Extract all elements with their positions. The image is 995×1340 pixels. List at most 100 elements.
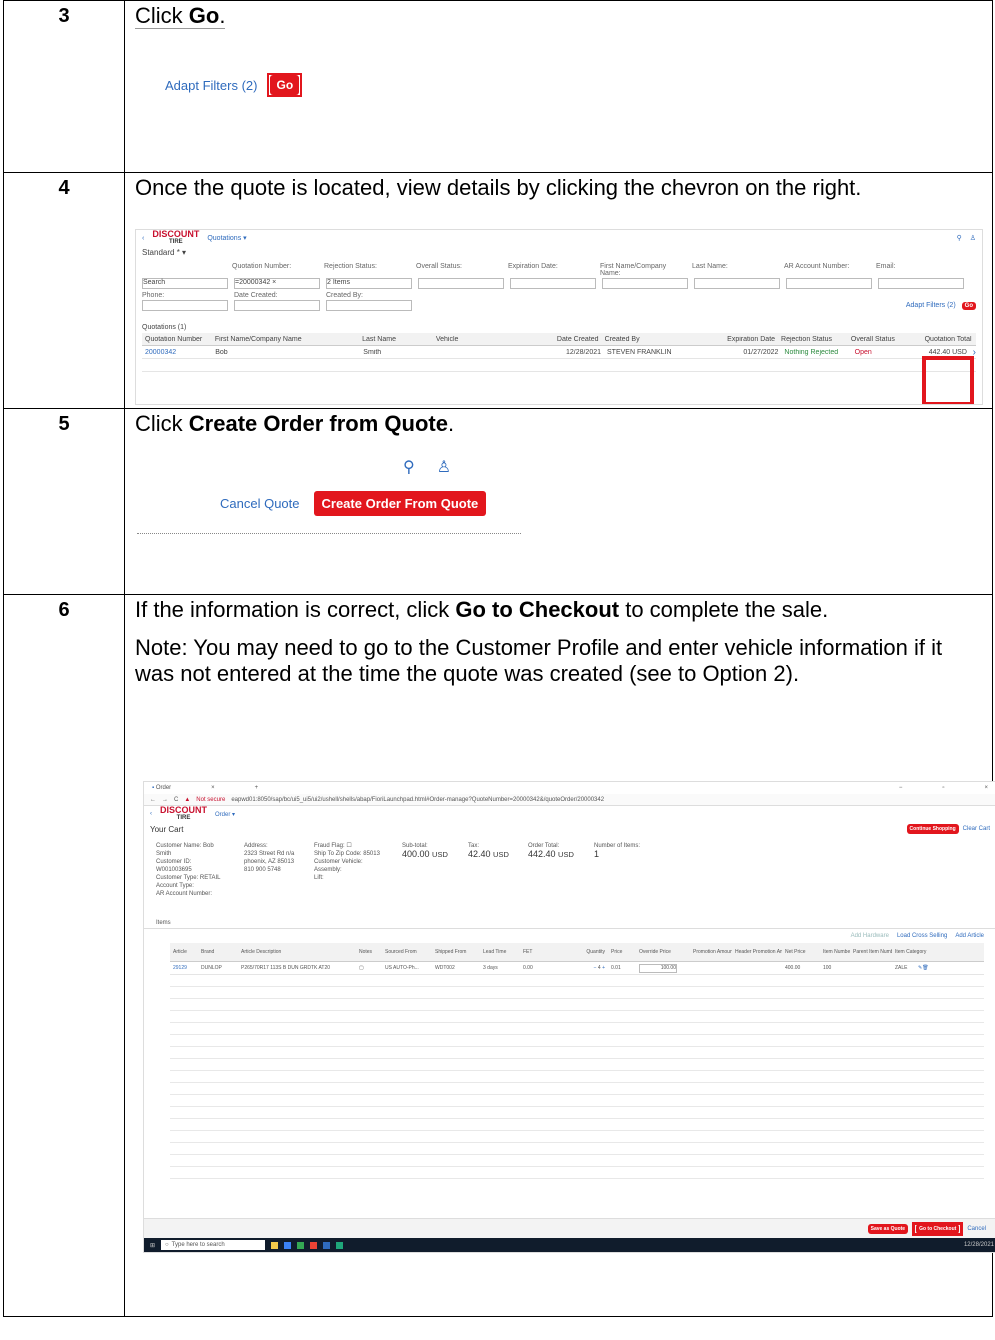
quote-number-link[interactable]: 20000342 bbox=[142, 349, 212, 356]
variant-selector[interactable]: Standard * ▾ bbox=[136, 246, 982, 259]
ar-account-field[interactable] bbox=[786, 278, 872, 289]
clear-cart-button[interactable]: Clear Cart bbox=[963, 826, 990, 832]
table-cell: 01/27/2022 bbox=[743, 348, 779, 356]
filter-label: First Name/Company Name: bbox=[600, 263, 667, 277]
filter-label: AR Account Number: bbox=[784, 263, 850, 270]
save-as-quote-button[interactable]: Save as Quote bbox=[867, 1223, 909, 1234]
load-cross-selling-button[interactable]: Load Cross Selling bbox=[897, 933, 947, 939]
user-icon[interactable]: ♙ bbox=[437, 457, 451, 477]
expiration-date-field[interactable] bbox=[510, 278, 596, 289]
not-secure-label: Not secure bbox=[196, 796, 226, 803]
table-cell: 0.00 bbox=[523, 965, 533, 971]
app-icon[interactable] bbox=[336, 1241, 344, 1249]
column-header: Notes bbox=[359, 949, 373, 955]
last-name-field[interactable] bbox=[694, 278, 780, 289]
taskbar-search[interactable]: ○ Type here to search bbox=[161, 1240, 266, 1250]
address-label: Address: bbox=[244, 843, 268, 849]
continue-shopping-button[interactable]: Continue Shopping bbox=[906, 824, 959, 834]
user-icon[interactable]: ♙ bbox=[970, 234, 976, 242]
adapt-filters-link[interactable]: Adapt Filters (2) bbox=[906, 302, 956, 309]
plus-icon[interactable]: + bbox=[602, 965, 605, 971]
create-order-from-quote-button[interactable]: Create Order From Quote bbox=[313, 491, 487, 516]
subtotal-value: 400.00 bbox=[402, 849, 430, 859]
quotation-number-field[interactable]: =20000342 × bbox=[234, 278, 320, 289]
filter-label: Date Created: bbox=[234, 292, 278, 299]
add-hardware-button[interactable]: Add Hardware bbox=[851, 933, 889, 939]
app-menu[interactable]: Quotations ▾ bbox=[207, 234, 246, 242]
created-by-field[interactable] bbox=[326, 300, 412, 311]
chrome-icon[interactable] bbox=[297, 1241, 305, 1249]
column-header: Sourced From bbox=[385, 949, 417, 955]
filter-bar-2: Phone: Date Created: Created By: bbox=[136, 290, 982, 299]
notes-icon[interactable]: ▢ bbox=[356, 965, 382, 971]
customer-type: Customer Type: RETAIL bbox=[156, 875, 221, 881]
forward-icon[interactable]: → bbox=[162, 797, 168, 803]
first-name-field[interactable] bbox=[602, 278, 688, 289]
currency: USD bbox=[432, 850, 448, 859]
tax-value: 42.40 bbox=[468, 849, 491, 859]
app-menu[interactable]: Order ▾ bbox=[215, 811, 235, 818]
search-input[interactable]: Search bbox=[142, 278, 228, 289]
fraud-flag-checkbox[interactable]: ☐ bbox=[346, 843, 351, 849]
items-table-row[interactable]: 29129 DUNLOP P265/70R17 113S B DUN GRDTK… bbox=[170, 962, 984, 975]
app-icon[interactable] bbox=[323, 1241, 331, 1249]
url-text[interactable]: eapwd01:8050/sap/bc/ui5_ui5/ui2/ushell/s… bbox=[231, 797, 604, 803]
app-icon[interactable] bbox=[310, 1241, 318, 1249]
quantity-stepper[interactable]: − 4 + bbox=[544, 965, 608, 971]
rejection-status-select[interactable]: 2 Items bbox=[326, 278, 412, 289]
add-article-button[interactable]: Add Article bbox=[955, 933, 984, 939]
items-table-empty-rows bbox=[170, 975, 984, 1185]
table-header: Quotation Number First Name/Company Name… bbox=[142, 333, 976, 346]
back-icon[interactable]: ‹ bbox=[150, 811, 152, 817]
cancel-button[interactable]: Cancel bbox=[967, 1226, 986, 1232]
minus-icon[interactable]: − bbox=[594, 965, 597, 971]
filter-label: Email: bbox=[876, 263, 896, 270]
windows-start-icon[interactable]: ⊞ bbox=[150, 1242, 155, 1249]
column-header: First Name/Company Name bbox=[214, 335, 302, 343]
minimize-icon[interactable]: − bbox=[899, 785, 903, 791]
go-to-checkout-button[interactable]: Go to Checkout bbox=[916, 1223, 960, 1234]
search-icon[interactable]: ⚲ bbox=[957, 234, 962, 242]
go-button[interactable]: Go bbox=[270, 75, 300, 95]
back-icon[interactable]: ← bbox=[150, 797, 156, 803]
overall-status-select[interactable] bbox=[418, 278, 504, 289]
customer-name: Customer Name: Bob Smith bbox=[156, 843, 214, 857]
edge-icon[interactable] bbox=[284, 1241, 292, 1249]
browser-tab[interactable]: ▪ Order bbox=[152, 785, 171, 791]
go-button[interactable]: Go bbox=[961, 301, 976, 310]
table-cell: Nothing Rejected bbox=[784, 348, 839, 356]
article-link[interactable]: 29129 bbox=[170, 965, 198, 971]
filter-label: Expiration Date: bbox=[508, 263, 558, 270]
search-icon[interactable]: ⚲ bbox=[403, 457, 415, 477]
address-bar[interactable]: ← → C ▲ Not secure eapwd01:8050/sap/bc/u… bbox=[144, 794, 995, 806]
delete-icon[interactable]: 🗑 bbox=[922, 965, 928, 971]
filter-label: Quotation Number: bbox=[232, 263, 292, 270]
items-tab[interactable]: Items bbox=[144, 904, 995, 929]
table-cell: P265/70R17 113S B DUN GRDTK AT20 bbox=[241, 965, 331, 971]
reload-icon[interactable]: C bbox=[174, 797, 178, 803]
column-header: Net Price bbox=[785, 949, 806, 955]
customer-id: Customer ID: W001003695 bbox=[156, 859, 192, 873]
maximize-icon[interactable]: ▫ bbox=[942, 785, 944, 791]
step-content: Once the quote is located, view details … bbox=[124, 172, 993, 409]
new-tab-icon[interactable]: + bbox=[255, 785, 259, 791]
column-header: Date Created bbox=[556, 335, 599, 343]
step-note: Note: You may need to go to the Customer… bbox=[135, 635, 943, 686]
column-header: Vehicle bbox=[435, 335, 459, 343]
back-icon[interactable]: ‹ bbox=[142, 235, 144, 242]
column-header: Last Name bbox=[362, 335, 396, 343]
currency: USD bbox=[493, 850, 509, 859]
date-created-field[interactable] bbox=[234, 300, 320, 311]
cancel-quote-button[interactable]: Cancel Quote bbox=[220, 496, 300, 511]
assembly: Assembly: bbox=[314, 867, 342, 873]
override-price-input[interactable]: 100.00 bbox=[636, 963, 690, 973]
file-explorer-icon[interactable] bbox=[271, 1241, 279, 1249]
close-window-icon[interactable]: × bbox=[984, 785, 988, 791]
phone-field[interactable] bbox=[142, 300, 228, 311]
close-tab-icon[interactable]: × bbox=[211, 785, 215, 791]
column-header: Shipped From bbox=[435, 949, 467, 955]
table-row[interactable]: 20000342 Bob Smith 12/28/2021 STEVEN FRA… bbox=[142, 346, 976, 359]
adapt-filters-link[interactable]: Adapt Filters (2) bbox=[165, 78, 257, 93]
email-field[interactable] bbox=[878, 278, 964, 289]
account-type: Account Type: bbox=[156, 883, 194, 889]
